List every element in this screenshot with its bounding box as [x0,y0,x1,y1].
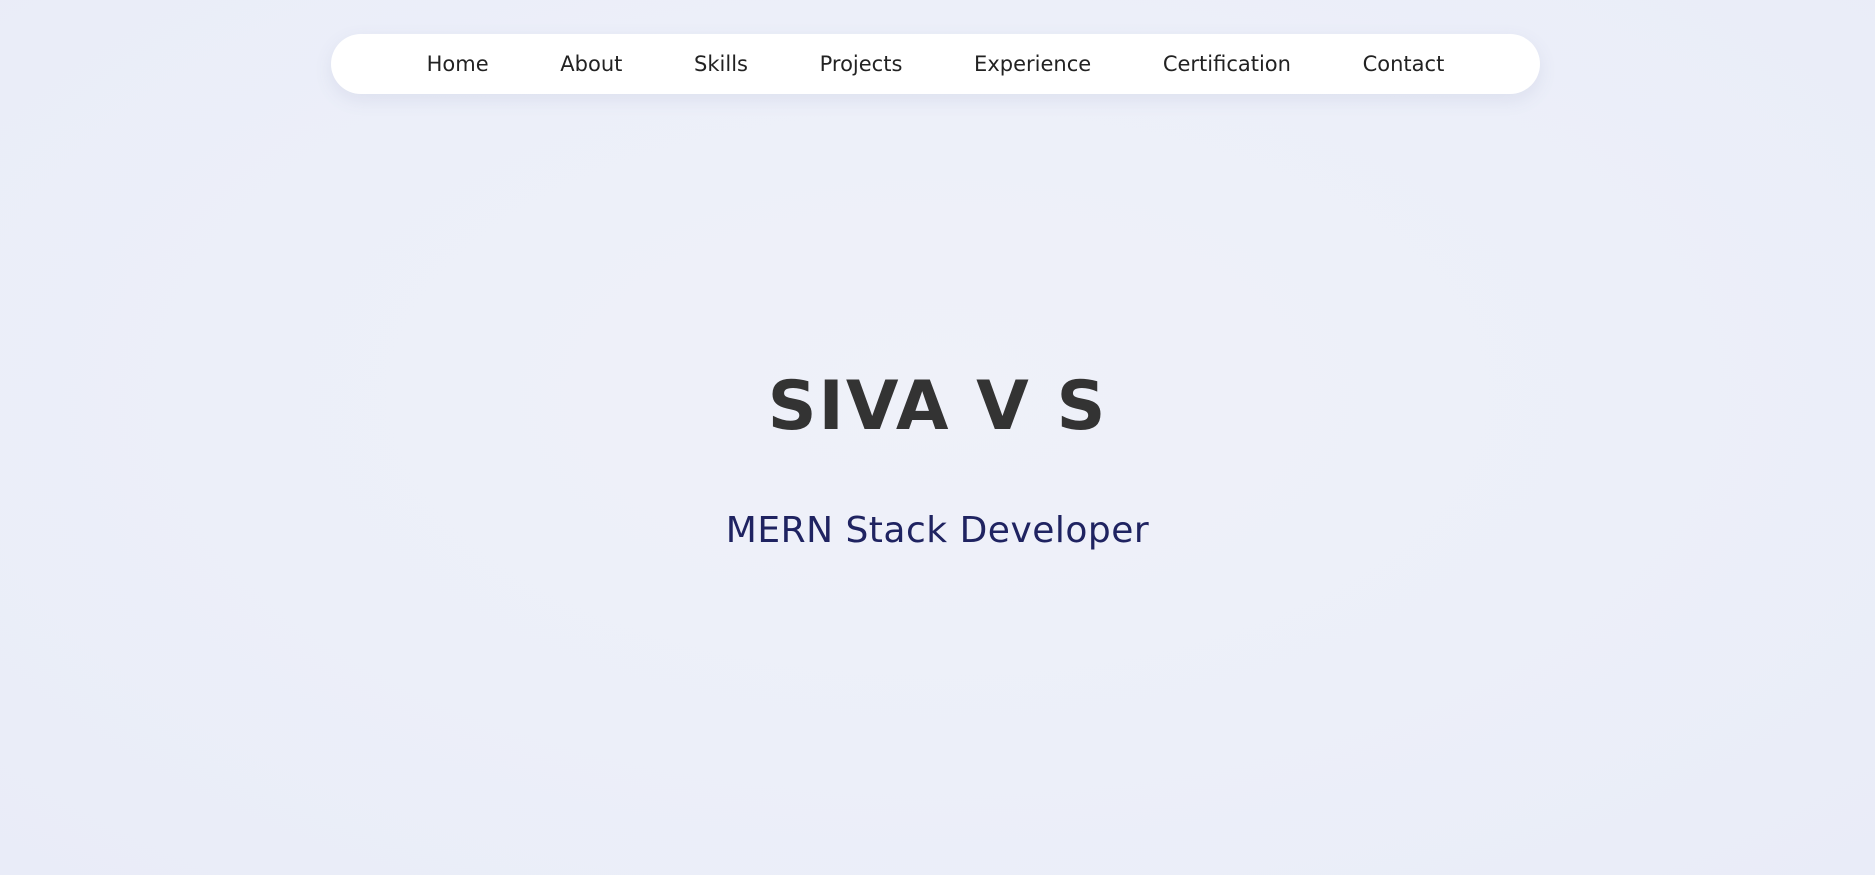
hero-role: MERN Stack Developer [725,510,1150,551]
nav-link-experience[interactable]: Experience [974,52,1091,76]
nav-link-skills[interactable]: Skills [694,52,748,76]
top-navigation: Home About Skills Projects Experience Ce… [331,34,1540,94]
nav-link-about[interactable]: About [560,52,622,76]
hero-name: SIVA V S [767,367,1108,446]
nav-link-projects[interactable]: Projects [820,52,903,76]
nav-link-certification[interactable]: Certification [1163,52,1291,76]
nav-link-contact[interactable]: Contact [1363,52,1445,76]
nav-link-home[interactable]: Home [427,52,489,76]
